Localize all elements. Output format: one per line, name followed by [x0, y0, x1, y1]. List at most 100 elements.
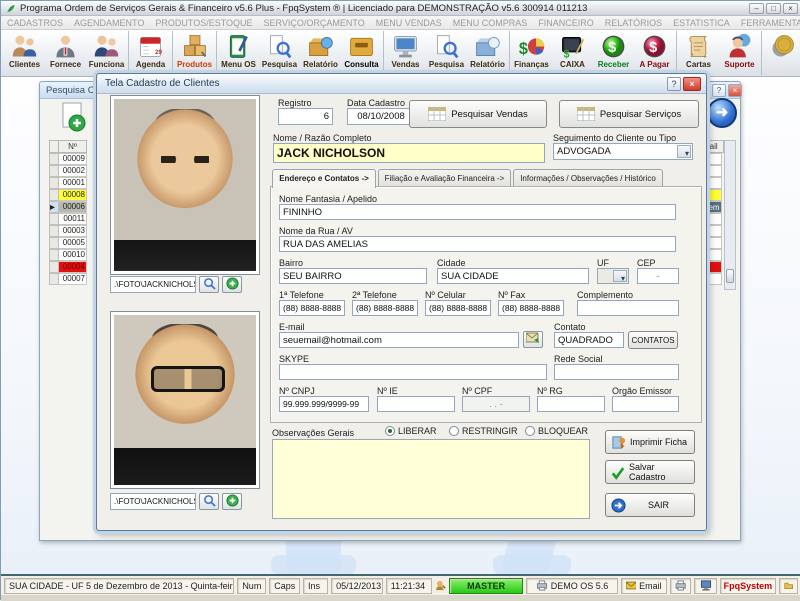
menu-agendamento[interactable]: AGENDAMENTO: [74, 18, 144, 28]
maximize-button[interactable]: □: [766, 3, 781, 14]
radio-bloquear[interactable]: BLOQUEAR: [525, 426, 588, 436]
grid-vertical-scrollbar[interactable]: [724, 140, 736, 290]
nome-field[interactable]: JACK NICHOLSON: [273, 143, 545, 163]
cpf-field[interactable]: . . -: [462, 396, 530, 412]
dialog-titlebar[interactable]: Tela Cadastro de Clientes: [97, 74, 706, 94]
status-printer[interactable]: [670, 578, 691, 594]
dialog-close-button[interactable]: ×: [683, 77, 701, 91]
toolbar-consulta[interactable]: Consulta: [341, 31, 382, 75]
fax-field[interactable]: (88) 8888-8888: [498, 300, 564, 316]
toolbar-agenda[interactable]: 29 Agenda: [130, 31, 171, 75]
dialog-help-button[interactable]: ?: [667, 77, 681, 91]
tel1-field[interactable]: (88) 8888-8888: [279, 300, 345, 316]
radio-liberar[interactable]: LIBERAR: [385, 426, 437, 436]
photo1-zoom-button[interactable]: [199, 276, 219, 293]
main-titlebar[interactable]: Programa Ordem de Serviços Gerais & Fina…: [1, 1, 800, 16]
pesquisa-help-button[interactable]: ?: [712, 84, 726, 97]
complemento-field[interactable]: [577, 300, 679, 316]
radio-restringir[interactable]: RESTRINGIR: [449, 426, 518, 436]
contato-field[interactable]: QUADRADO: [554, 332, 624, 348]
status-folder[interactable]: [779, 578, 798, 594]
cep-field[interactable]: -: [637, 268, 679, 284]
menu-relatorios[interactable]: RELATÓRIOS: [605, 18, 662, 28]
photo2-load-button[interactable]: [222, 493, 242, 510]
grid-row-selected[interactable]: ▸00006: [49, 201, 87, 213]
orgao-emissor-field[interactable]: [612, 396, 679, 412]
grid-row[interactable]: 00002: [49, 165, 87, 177]
data-cadastro-field[interactable]: 08/10/2008: [347, 108, 415, 125]
tel2-field[interactable]: (88) 8888-8888: [352, 300, 418, 316]
toolbar-receber[interactable]: $ Receber: [593, 31, 634, 75]
toolbar-financas[interactable]: $ Finanças: [511, 31, 552, 75]
toolbar-vendas[interactable]: Vendas: [385, 31, 426, 75]
grid-row[interactable]: 00005: [49, 237, 87, 249]
tab-endereco-contatos[interactable]: Endereço e Contatos ->: [272, 169, 376, 188]
rede-social-field[interactable]: [554, 364, 679, 380]
pesquisar-servicos-button[interactable]: Pesquisar Serviços: [559, 100, 699, 128]
grid-col-numero[interactable]: Nº: [59, 140, 87, 153]
uf-dropdown[interactable]: [597, 268, 629, 284]
toolbar-fornecedores[interactable]: Fornece: [45, 31, 86, 75]
grid-row[interactable]: 00003: [49, 225, 87, 237]
cidade-field[interactable]: SUA CIDADE: [437, 268, 589, 284]
status-email[interactable]: Email: [621, 578, 667, 594]
toolbar-caixa[interactable]: $ CAIXA: [552, 31, 593, 75]
scrollbar-thumb[interactable]: [726, 269, 734, 283]
grid-row[interactable]: 00007: [49, 273, 87, 285]
toolbar-cartas[interactable]: Cartas: [678, 31, 719, 75]
toolbar-pesquisa-vendas[interactable]: Pesquisa: [426, 31, 467, 75]
grid-row[interactable]: 00011: [49, 213, 87, 225]
salvar-cadastro-button[interactable]: Salvar Cadastro: [605, 460, 695, 484]
menu-financeiro[interactable]: FINANCEIRO: [538, 18, 594, 28]
close-button[interactable]: ×: [783, 3, 798, 14]
toolbar-clientes[interactable]: Clientes: [4, 31, 45, 75]
celular-field[interactable]: (88) 8888-8888: [425, 300, 491, 316]
seguimento-dropdown[interactable]: ADVOGADA: [553, 143, 693, 160]
sair-button[interactable]: SAIR: [605, 493, 695, 517]
tab-filiacao-financeira[interactable]: Filiação e Avaliação Financeira ->: [378, 169, 511, 187]
grid-row[interactable]: 00009: [49, 153, 87, 165]
fantasia-field[interactable]: FININHO: [279, 204, 676, 220]
status-monitor[interactable]: [694, 578, 717, 594]
registro-field[interactable]: 6: [278, 108, 333, 125]
imprimir-ficha-button[interactable]: Imprimir Ficha: [605, 430, 695, 454]
photo2-zoom-button[interactable]: [199, 493, 219, 510]
contatos-button[interactable]: CONTATOS: [628, 331, 678, 349]
add-record-icon[interactable]: [60, 102, 86, 132]
toolbar-moedas[interactable]: [763, 31, 800, 75]
rg-field[interactable]: [537, 396, 605, 412]
toolbar-suporte[interactable]: Suporte: [719, 31, 760, 75]
email-field[interactable]: seuemail@hotmail.com: [279, 332, 519, 348]
menu-produtos-estoque[interactable]: PRODUTOS/ESTOQUE: [155, 18, 252, 28]
menu-ferramentas[interactable]: FERRAMENTAS: [741, 18, 800, 28]
menu-servico-orcamento[interactable]: SERVIÇO/ORÇAMENTO: [264, 18, 365, 28]
grid-row[interactable]: 00001: [49, 177, 87, 189]
ie-field[interactable]: [377, 396, 455, 412]
menu-menu-vendas[interactable]: MENU VENDAS: [376, 18, 442, 28]
grid-row-blocked[interactable]: 00004: [49, 261, 87, 273]
grid-row[interactable]: 00010: [49, 249, 87, 261]
go-search-button[interactable]: ➜: [707, 98, 737, 128]
rua-field[interactable]: RUA DAS AMELIAS: [279, 236, 676, 252]
tab-informacoes-historico[interactable]: Informações / Observações / Histórico: [513, 169, 663, 187]
observacoes-textarea[interactable]: [272, 439, 590, 519]
menu-estatistica[interactable]: ESTATISTICA: [673, 18, 730, 28]
skype-field[interactable]: [279, 364, 547, 380]
cnpj-field[interactable]: 99.999.999/9999-99: [279, 396, 369, 412]
toolbar-a-pagar[interactable]: $ A Pagar: [634, 31, 675, 75]
toolbar-funcionarios[interactable]: Funciona: [86, 31, 127, 75]
bairro-field[interactable]: SEU BAIRRO: [279, 268, 427, 284]
photo1-path-field[interactable]: .\FOTO\JACKNICHOLSON1..: [110, 276, 196, 293]
photo1-load-button[interactable]: [222, 276, 242, 293]
toolbar-menu-os[interactable]: Menu OS: [218, 31, 259, 75]
pesquisa-close-button[interactable]: ×: [728, 84, 742, 97]
minimize-button[interactable]: –: [749, 3, 764, 14]
pesquisar-vendas-button[interactable]: Pesquisar Vendas: [409, 100, 547, 128]
menu-cadastros[interactable]: CADASTROS: [7, 18, 63, 28]
toolbar-relatorio-os[interactable]: Relatório: [300, 31, 341, 75]
toolbar-pesquisa-os[interactable]: Pesquisa: [259, 31, 300, 75]
photo2-path-field[interactable]: .\FOTO\JACKNICHOLSON2..: [110, 493, 196, 510]
toolbar-relatorio-vendas[interactable]: Relatório: [467, 31, 508, 75]
toolbar-produtos[interactable]: Produtos: [174, 31, 215, 75]
send-email-button[interactable]: [523, 331, 543, 348]
